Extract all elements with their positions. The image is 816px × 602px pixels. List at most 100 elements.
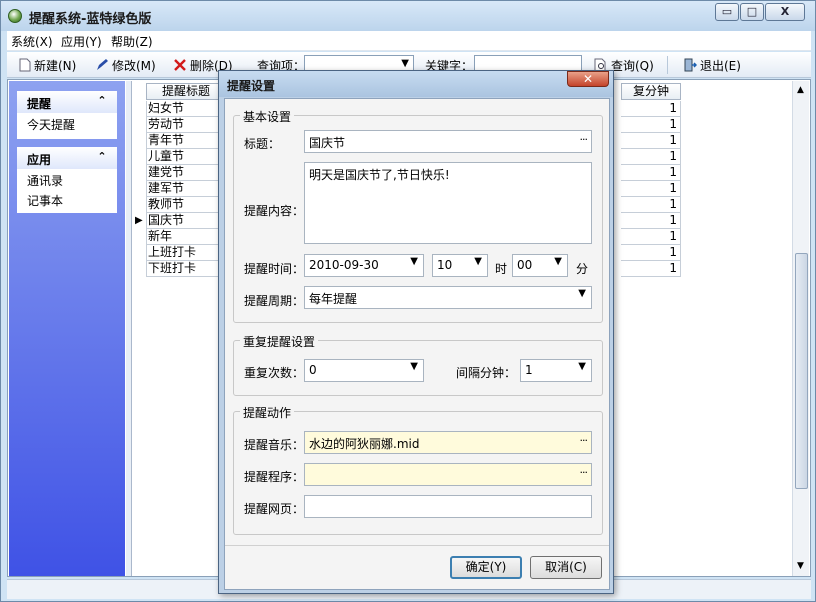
group-title: 基本设置 bbox=[240, 108, 295, 125]
cell-repeat-minutes[interactable]: 1 bbox=[621, 133, 681, 149]
cell-repeat-minutes[interactable]: 1 bbox=[621, 101, 681, 117]
vertical-scrollbar[interactable]: ▲ ▼ bbox=[792, 81, 809, 576]
repeat-count-label: 重复次数： bbox=[244, 366, 305, 380]
content-textarea[interactable]: 明天是国庆节了,节日快乐! bbox=[304, 162, 592, 244]
new-button[interactable]: 新建(N) bbox=[19, 57, 76, 75]
sidebar-item-contacts[interactable]: 通讯录 bbox=[17, 169, 117, 189]
dialog-body: 基本设置 标题： 国庆节 ··· 提醒内容： 明天是国庆节了,节日快乐! 提醒时间… bbox=[224, 98, 610, 590]
title-field[interactable]: 国庆节 ··· bbox=[304, 130, 592, 153]
cell-title[interactable]: 教师节 bbox=[146, 197, 226, 213]
collapse-chevron-icon[interactable]: ⌃ bbox=[95, 150, 109, 164]
cell-repeat-minutes[interactable]: 1 bbox=[621, 149, 681, 165]
period-label: 提醒周期： bbox=[244, 294, 305, 308]
sidebar-item-today[interactable]: 今天提醒 bbox=[17, 113, 117, 133]
exit-label: 退出(E) bbox=[700, 59, 741, 73]
window-title: 提醒系统-蓝特绿色版 bbox=[29, 12, 152, 27]
menu-bar: 系统(X) 应用(Y) 帮助(Z) bbox=[7, 31, 811, 51]
column-header-repeat[interactable]: 复分钟 bbox=[621, 83, 681, 100]
sidebar-item-notes[interactable]: 记事本 bbox=[17, 189, 117, 209]
dropdown-arrow-icon[interactable]: ▼ bbox=[578, 288, 586, 299]
repeat-count-value: 0 bbox=[309, 363, 317, 377]
menu-system[interactable]: 系统(X) bbox=[11, 33, 53, 50]
cell-title[interactable]: 新年 bbox=[146, 229, 226, 245]
interval-select[interactable]: 1 ▼ bbox=[520, 359, 592, 382]
time-label: 提醒时间： bbox=[244, 262, 305, 276]
pen-icon bbox=[95, 58, 109, 75]
hour-value: 10 bbox=[437, 258, 453, 272]
music-value: 水边的阿狄丽娜.mid bbox=[309, 437, 420, 451]
cell-title[interactable]: 妇女节 bbox=[146, 101, 226, 117]
maximize-button[interactable]: □ bbox=[740, 3, 764, 21]
row-selector-icon: ▶ bbox=[135, 215, 143, 226]
cell-repeat-minutes[interactable]: 1 bbox=[621, 229, 681, 245]
dialog-title-bar[interactable]: 提醒设置 ✕ bbox=[219, 71, 613, 97]
dialog-title: 提醒设置 bbox=[227, 79, 276, 93]
minimize-button[interactable]: ▭ bbox=[715, 3, 739, 21]
ellipsis-icon[interactable]: ··· bbox=[580, 466, 588, 479]
cell-title[interactable]: 建军节 bbox=[146, 181, 226, 197]
menu-apps[interactable]: 应用(Y) bbox=[61, 33, 102, 50]
cell-repeat-minutes[interactable]: 1 bbox=[621, 117, 681, 133]
collapse-chevron-icon[interactable]: ⌃ bbox=[95, 94, 109, 108]
dropdown-arrow-icon[interactable]: ▼ bbox=[474, 256, 482, 267]
cell-title[interactable]: 上班打卡 bbox=[146, 245, 226, 261]
web-label: 提醒网页： bbox=[244, 502, 305, 516]
menu-help[interactable]: 帮助(Z) bbox=[111, 33, 153, 50]
cell-title[interactable]: 青年节 bbox=[146, 133, 226, 149]
minute-select[interactable]: 00 ▼ bbox=[512, 254, 568, 277]
toolbar-separator bbox=[667, 56, 668, 74]
minute-unit-label: 分 bbox=[576, 262, 589, 276]
scroll-down-icon[interactable]: ▼ bbox=[797, 561, 804, 571]
ellipsis-icon[interactable]: ··· bbox=[580, 434, 588, 447]
cell-repeat-minutes[interactable]: 1 bbox=[621, 213, 681, 229]
web-field[interactable] bbox=[304, 495, 592, 518]
close-button[interactable]: X bbox=[765, 3, 805, 21]
date-picker[interactable]: 2010-09-30 ▼ bbox=[304, 254, 424, 277]
repeat-count-select[interactable]: 0 ▼ bbox=[304, 359, 424, 382]
minute-value: 00 bbox=[517, 258, 533, 272]
sidebar-group-header[interactable]: 应用 ⌃ bbox=[17, 147, 117, 169]
cell-title[interactable]: 劳动节 bbox=[146, 117, 226, 133]
dropdown-arrow-icon[interactable]: ▼ bbox=[554, 256, 562, 267]
dropdown-arrow-icon: ▼ bbox=[401, 58, 409, 69]
cancel-button[interactable]: 取消(C) bbox=[530, 556, 602, 579]
edit-label: 修改(M) bbox=[112, 59, 156, 73]
column-header-title[interactable]: 提醒标题 bbox=[146, 83, 226, 100]
date-value: 2010-09-30 bbox=[309, 258, 379, 272]
edit-button[interactable]: 修改(M) bbox=[95, 57, 156, 75]
cell-title[interactable]: 建党节 bbox=[146, 165, 226, 181]
program-field[interactable]: ··· bbox=[304, 463, 592, 486]
title-value: 国庆节 bbox=[309, 136, 346, 150]
sidebar-group-apps: 应用 ⌃ 通讯录 记事本 bbox=[17, 147, 117, 213]
title-bar[interactable]: 提醒系统-蓝特绿色版 ▭ □ X bbox=[1, 1, 815, 31]
cell-repeat-minutes[interactable]: 1 bbox=[621, 261, 681, 277]
cell-repeat-minutes[interactable]: 1 bbox=[621, 197, 681, 213]
program-label: 提醒程序： bbox=[244, 470, 305, 484]
basic-settings-group: 基本设置 标题： 国庆节 ··· 提醒内容： 明天是国庆节了,节日快乐! 提醒时间… bbox=[233, 108, 603, 323]
cell-title[interactable]: 国庆节 bbox=[146, 213, 226, 229]
sidebar-group-header[interactable]: 提醒 ⌃ bbox=[17, 91, 117, 113]
dropdown-arrow-icon[interactable]: ▼ bbox=[578, 361, 586, 372]
music-field[interactable]: 水边的阿狄丽娜.mid ··· bbox=[304, 431, 592, 454]
cell-title[interactable]: 下班打卡 bbox=[146, 261, 226, 277]
sidebar-group-remind: 提醒 ⌃ 今天提醒 bbox=[17, 91, 117, 139]
cell-title[interactable]: 儿童节 bbox=[146, 149, 226, 165]
ellipsis-icon[interactable]: ··· bbox=[580, 133, 588, 146]
period-select[interactable]: 每年提醒 ▼ bbox=[304, 286, 592, 309]
cell-repeat-minutes[interactable]: 1 bbox=[621, 181, 681, 197]
exit-button[interactable]: 退出(E) bbox=[683, 57, 741, 75]
reminder-settings-dialog: 提醒设置 ✕ 基本设置 标题： 国庆节 ··· 提醒内容： 明天是国庆节了,节日快… bbox=[218, 70, 614, 594]
ok-button[interactable]: 确定(Y) bbox=[450, 556, 522, 579]
title-label: 标题： bbox=[244, 137, 281, 151]
cell-repeat-minutes[interactable]: 1 bbox=[621, 165, 681, 181]
exit-door-icon bbox=[683, 58, 698, 75]
dropdown-arrow-icon[interactable]: ▼ bbox=[410, 256, 418, 267]
scroll-thumb[interactable] bbox=[795, 253, 808, 489]
dropdown-arrow-icon[interactable]: ▼ bbox=[410, 361, 418, 372]
hour-select[interactable]: 10 ▼ bbox=[432, 254, 488, 277]
group-title: 提醒动作 bbox=[240, 404, 295, 421]
dialog-close-button[interactable]: ✕ bbox=[567, 71, 609, 87]
scroll-up-icon[interactable]: ▲ bbox=[797, 85, 804, 95]
cell-repeat-minutes[interactable]: 1 bbox=[621, 245, 681, 261]
search-label: 查询(Q) bbox=[611, 59, 654, 73]
